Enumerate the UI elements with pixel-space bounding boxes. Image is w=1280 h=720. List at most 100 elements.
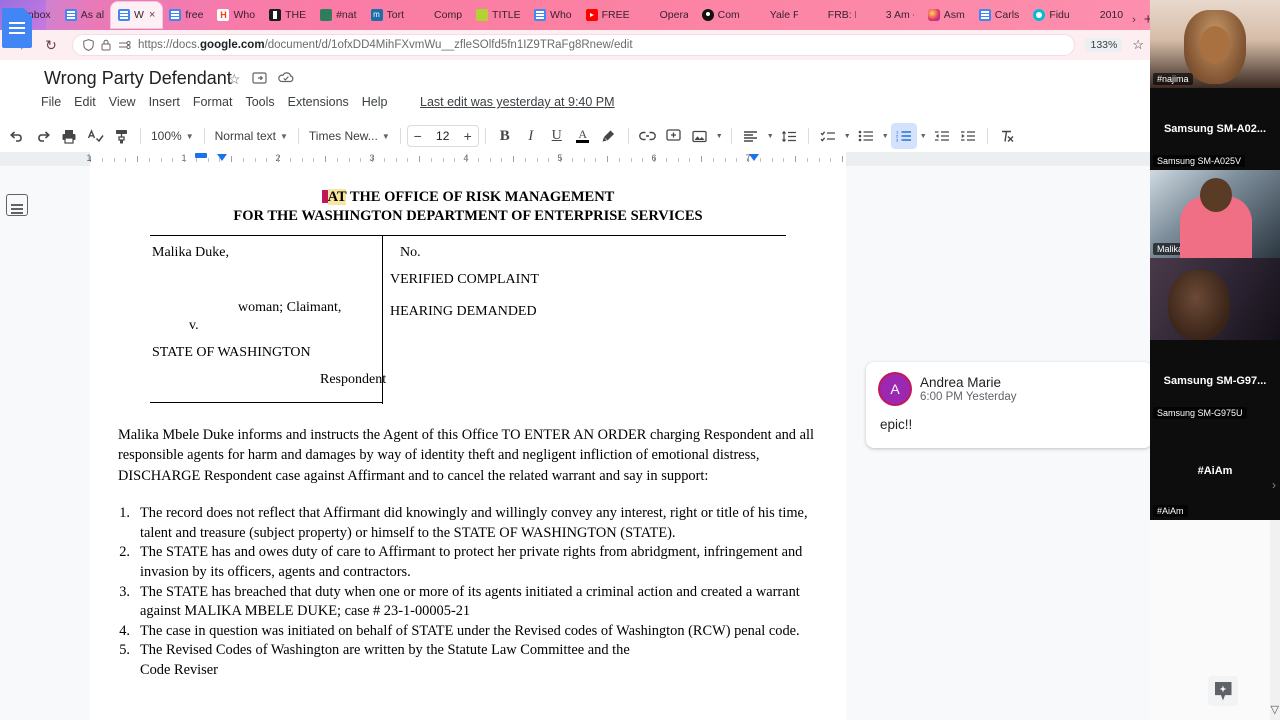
- list-item[interactable]: 4. The case in question was initiated on …: [118, 622, 818, 642]
- browser-tab[interactable]: Complain: [411, 2, 469, 28]
- chevron-down-icon[interactable]: ▽: [1271, 703, 1279, 716]
- video-tile[interactable]: [1150, 258, 1280, 340]
- comment-card[interactable]: A Andrea Marie 6:00 PM Yesterday epic!!: [866, 362, 1152, 448]
- document-outline-icon[interactable]: [6, 194, 28, 216]
- video-tile[interactable]: #AiAm #AiAm: [1150, 422, 1280, 520]
- undo-icon[interactable]: [4, 123, 30, 149]
- browser-tab[interactable]: FREE: [579, 2, 637, 28]
- right-indent-marker[interactable]: [749, 154, 759, 161]
- video-tile[interactable]: #najima: [1150, 0, 1280, 88]
- bookmark-star-icon[interactable]: ☆: [1132, 37, 1144, 53]
- spelling-check-icon[interactable]: [82, 123, 108, 149]
- print-icon[interactable]: [56, 123, 82, 149]
- paint-format-icon[interactable]: [108, 123, 134, 149]
- ruler[interactable]: 1234567 1: [0, 152, 1152, 166]
- last-edit-label[interactable]: Last edit was yesterday at 9:40 PM: [420, 95, 615, 109]
- browser-tab[interactable]: m Tort: [364, 2, 412, 28]
- bold-icon[interactable]: B: [492, 123, 518, 149]
- close-icon[interactable]: ×: [149, 9, 155, 21]
- list-item[interactable]: 1. The record does not reflect that Affir…: [118, 504, 818, 543]
- document-page[interactable]: AT THE OFFICE OF RISK MANAGEMENT FOR THE…: [90, 166, 846, 720]
- sidebar-scrollbar[interactable]: ▽: [1270, 520, 1280, 720]
- insert-image-icon[interactable]: [687, 123, 713, 149]
- line-spacing-icon[interactable]: [776, 123, 802, 149]
- zoom-select[interactable]: 100% ▼: [147, 124, 198, 148]
- checklist-dropdown-icon[interactable]: ▼: [841, 123, 853, 149]
- checklist-icon[interactable]: [815, 123, 841, 149]
- numbered-list-dropdown-icon[interactable]: ▼: [917, 123, 929, 149]
- list-item[interactable]: 3. The STATE has breached that duty when …: [118, 583, 818, 622]
- browser-tab[interactable]: Operation: [637, 2, 695, 28]
- numbered-list-icon[interactable]: 123: [890, 123, 917, 149]
- align-dropdown-icon[interactable]: ▼: [764, 123, 776, 149]
- redo-icon[interactable]: [30, 123, 56, 149]
- video-tile[interactable]: Samsung SM-A02... Samsung SM-A025V: [1150, 88, 1280, 170]
- bulleted-list-icon[interactable]: [853, 123, 879, 149]
- browser-tab[interactable]: TITLE: [469, 2, 527, 28]
- menu-item-extensions[interactable]: Extensions: [288, 95, 349, 109]
- browser-tab[interactable]: FRB: Press: [805, 2, 863, 28]
- menu-item-view[interactable]: View: [109, 95, 136, 109]
- increase-font-size-button[interactable]: +: [458, 128, 478, 144]
- menu-item-insert[interactable]: Insert: [149, 95, 180, 109]
- collapse-panel-chevron-icon[interactable]: ›: [1272, 478, 1276, 492]
- text-color-icon[interactable]: A: [570, 123, 596, 149]
- ruler-gradation: [783, 158, 785, 162]
- body-paragraph[interactable]: Malika Mbele Duke informs and instructs …: [118, 425, 818, 486]
- font-select[interactable]: Times New... ▼: [305, 124, 394, 148]
- google-docs-logo-icon[interactable]: [2, 8, 32, 48]
- browser-tab[interactable]: Yale Prof: [747, 2, 805, 28]
- browser-tab[interactable]: Com: [695, 2, 747, 28]
- menu-item-file[interactable]: File: [41, 95, 61, 109]
- zoom-level-badge[interactable]: 133%: [1085, 38, 1123, 52]
- font-size-value[interactable]: 12: [428, 129, 458, 143]
- first-line-indent-marker[interactable]: [195, 153, 207, 158]
- browser-tab[interactable]: W ×: [111, 2, 163, 28]
- browser-tab[interactable]: THE: [262, 2, 313, 28]
- menu-item-format[interactable]: Format: [193, 95, 233, 109]
- menu-item-help[interactable]: Help: [362, 95, 388, 109]
- video-tile[interactable]: Malika Dulce: [1150, 170, 1280, 258]
- document-title[interactable]: Wrong Party Defendant: [44, 68, 232, 89]
- move-to-folder-icon[interactable]: [251, 71, 267, 88]
- menu-item-edit[interactable]: Edit: [74, 95, 96, 109]
- reload-icon[interactable]: ↻: [40, 37, 62, 54]
- clear-formatting-icon[interactable]: [994, 123, 1020, 149]
- paragraph-style-select[interactable]: Normal text ▼: [211, 124, 292, 148]
- list-item[interactable]: 5. The Revised Codes of Washington are wr…: [118, 641, 818, 661]
- browser-tab[interactable]: As al: [58, 2, 111, 28]
- tab-favicon-none: [418, 9, 430, 21]
- tab-overflow-icon[interactable]: ›: [1130, 14, 1138, 30]
- list-item[interactable]: 2. The STATE has and owes duty of care to…: [118, 543, 818, 582]
- video-tile[interactable]: Samsung SM-G97... Samsung SM-G975U: [1150, 340, 1280, 422]
- insert-link-icon[interactable]: [635, 123, 661, 149]
- bulleted-list-dropdown-icon[interactable]: ▼: [879, 123, 891, 149]
- increase-indent-icon[interactable]: [955, 123, 981, 149]
- underline-icon[interactable]: U: [544, 123, 570, 149]
- cloud-saved-icon[interactable]: [277, 71, 295, 88]
- browser-tab[interactable]: 3 Am - 3: [863, 2, 921, 28]
- browser-tab[interactable]: Carls: [972, 2, 1027, 28]
- decrease-font-size-button[interactable]: −: [408, 128, 428, 144]
- browser-tab[interactable]: free: [162, 2, 210, 28]
- browser-tab[interactable]: Fidu: [1026, 2, 1076, 28]
- insert-image-dropdown-icon[interactable]: ▼: [713, 123, 725, 149]
- browser-tab[interactable]: #nat: [313, 2, 363, 28]
- font-size-stepper[interactable]: − 12 +: [406, 125, 479, 147]
- browser-tab[interactable]: H Who: [210, 2, 262, 28]
- align-icon[interactable]: [738, 123, 764, 149]
- star-icon[interactable]: ☆: [228, 71, 241, 88]
- numbered-list[interactable]: 1. The record does not reflect that Affir…: [118, 504, 818, 680]
- decrease-indent-icon[interactable]: [929, 123, 955, 149]
- url-input[interactable]: https://docs.google.com/document/d/1ofxD…: [72, 34, 1076, 56]
- explore-button[interactable]: [1208, 676, 1238, 706]
- highlight-color-icon[interactable]: [596, 123, 622, 149]
- italic-icon[interactable]: I: [518, 123, 544, 149]
- browser-tab[interactable]: 2010: [1077, 2, 1130, 28]
- menu-item-tools[interactable]: Tools: [245, 95, 274, 109]
- add-comment-icon[interactable]: [661, 123, 687, 149]
- browser-tab[interactable]: Who: [527, 2, 579, 28]
- browser-tab[interactable]: Asm: [921, 2, 972, 28]
- left-indent-marker[interactable]: [217, 154, 227, 161]
- video-call-sidebar[interactable]: #najima Samsung SM-A02... Samsung SM-A025V…: [1150, 0, 1280, 520]
